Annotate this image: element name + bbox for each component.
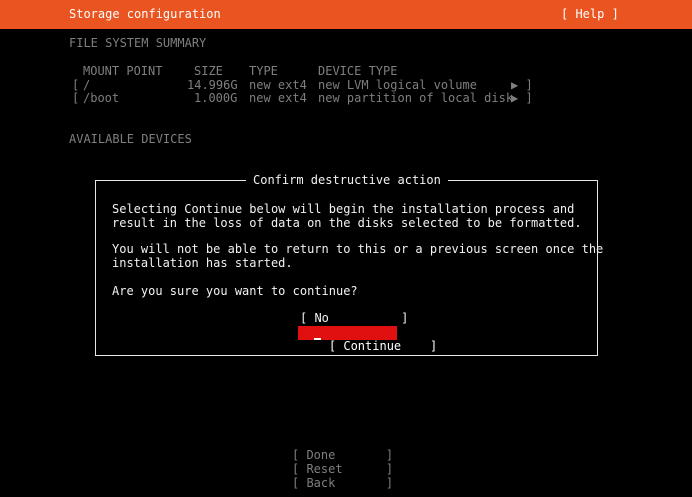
dialog-question: Are you sure you want to continue? bbox=[112, 284, 358, 298]
col-type: TYPE bbox=[249, 64, 278, 78]
continue-button-label: [ Continue ] bbox=[328, 338, 438, 353]
screen-title: Storage configuration bbox=[69, 7, 221, 21]
row-mount: /boot bbox=[83, 91, 120, 105]
row-size: 14.996G bbox=[187, 77, 238, 92]
row-type: new ext4 bbox=[249, 91, 307, 105]
help-button[interactable]: [ Help ] bbox=[561, 7, 619, 22]
row-bracket: [ bbox=[72, 77, 80, 92]
row-expand-icon[interactable]: ▶ ] bbox=[511, 91, 533, 106]
done-button[interactable]: [ Done ] bbox=[292, 448, 393, 463]
dialog-paragraph-1-line-1: Selecting Continue below will begin the … bbox=[112, 202, 575, 216]
available-devices-heading: AVAILABLE DEVICES bbox=[69, 132, 192, 146]
file-system-summary-heading: FILE SYSTEM SUMMARY bbox=[69, 36, 207, 50]
row-expand-icon[interactable]: ▶ ] bbox=[511, 78, 533, 93]
title-bar: Storage configuration [ Help ] bbox=[0, 0, 692, 29]
row-size: 1.000G bbox=[194, 91, 238, 105]
dialog-title: Confirm destructive action bbox=[246, 173, 448, 188]
dialog-paragraph-2-line-2: installation has started. bbox=[112, 255, 293, 270]
back-button[interactable]: [ Back ] bbox=[292, 476, 393, 491]
continue-button[interactable]: [ Continue ] bbox=[298, 326, 437, 352]
col-device-type: DEVICE TYPE bbox=[318, 64, 398, 78]
row-mount: / bbox=[83, 77, 91, 92]
text-cursor bbox=[314, 338, 321, 340]
row-bracket: [ bbox=[72, 91, 80, 105]
col-mount-point: MOUNT POINT bbox=[83, 64, 163, 78]
row-device: new partition of local disk bbox=[318, 91, 514, 105]
reset-button[interactable]: [ Reset ] bbox=[292, 462, 393, 477]
no-button[interactable]: [ No ] bbox=[300, 311, 408, 326]
dialog-paragraph-2-line-1: You will not be able to return to this o… bbox=[112, 242, 604, 256]
confirm-dialog: Confirm destructive action Selecting Con… bbox=[95, 173, 603, 356]
dialog-paragraph-1-line-2: result in the loss of data on the disks … bbox=[112, 215, 582, 230]
col-size: SIZE bbox=[194, 64, 223, 78]
row-device: new LVM logical volume bbox=[318, 77, 477, 92]
row-type: new ext4 bbox=[249, 77, 307, 92]
